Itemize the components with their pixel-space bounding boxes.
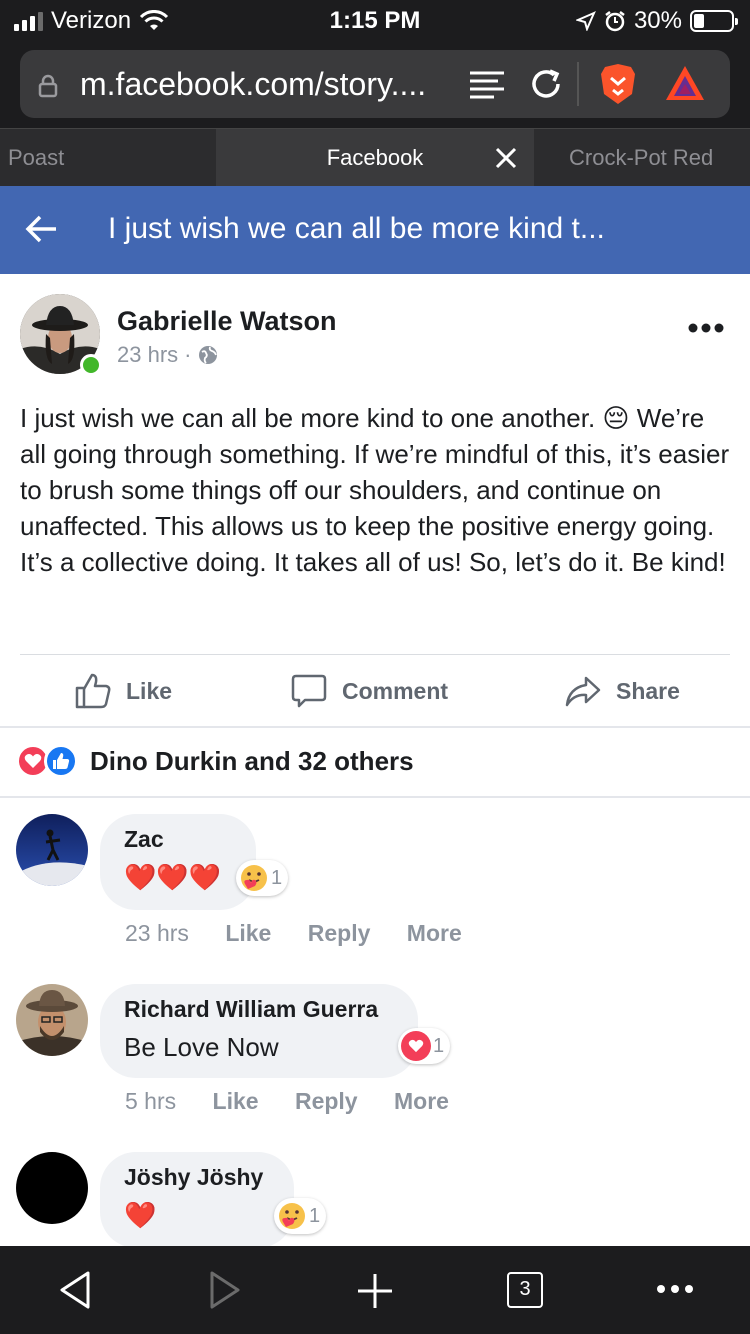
comment-bubble[interactable]: Zac ❤️❤️❤️ [100,814,256,910]
reactions-text: Dino Durkin and 32 others [90,745,414,776]
reload-icon[interactable] [528,66,564,102]
comment-time[interactable]: 5 hrs [125,1088,176,1114]
menu-dots-icon[interactable] [656,1284,694,1294]
bat-rewards-icon[interactable] [664,64,706,104]
battery-icon [690,10,738,32]
more-options-icon[interactable] [688,322,724,334]
commenter-name[interactable]: Zac [124,826,164,853]
back-icon[interactable] [58,1270,92,1310]
tab-poast[interactable]: Poast [8,129,208,187]
forward-icon[interactable] [208,1270,242,1310]
new-tab-plus-icon[interactable] [356,1272,394,1310]
comment-like-link[interactable]: Like [213,1088,259,1114]
comment-reaction-badge[interactable]: 1 [236,860,289,896]
commenter-name[interactable]: Richard William Guerra [124,996,378,1023]
comment-reply-link[interactable]: Reply [295,1088,358,1114]
page-header: I just wish we can all be more kind t... [0,186,750,274]
share-button[interactable]: Share [564,656,680,726]
like-label: Like [126,677,173,704]
comment-icon [291,674,327,708]
tab-facebook[interactable]: Facebook [216,129,534,187]
comment-reaction-count: 1 [309,1204,321,1227]
comment-bubble[interactable]: Richard William Guerra Be Love Now [100,984,418,1078]
address-bar[interactable]: m.facebook.com/story.... [20,50,730,118]
commenter-avatar[interactable] [16,814,88,886]
comment-reaction-badge[interactable]: 1 [274,1198,327,1234]
post-time[interactable]: 23 hrs [117,342,178,368]
tab-crock-pot[interactable]: Crock-Pot Red [569,129,750,187]
post-actions: Like Comment Share [0,656,750,726]
comment-more-link[interactable]: More [394,1088,449,1114]
post-meta: 23 hrs · [117,342,219,368]
tab-facebook-label: Facebook [326,145,424,170]
care-reaction-icon [241,865,267,891]
lock-icon [38,74,58,98]
comment-meta: 5 hrs Like Reply More [125,1088,479,1115]
battery-percent: 30% [633,7,682,34]
comment-reaction-count: 1 [433,1034,445,1057]
comment-reaction-badge[interactable]: 1 [398,1028,451,1064]
comment-label: Comment [342,677,449,704]
alarm-icon [605,11,625,32]
comment-text: ❤️❤️❤️ [124,862,222,892]
divider [0,726,750,728]
commenter-avatar[interactable] [16,984,88,1056]
status-bar: Verizon 1:15 PM 30% [0,0,750,42]
share-arrow-icon [565,676,601,707]
online-indicator [80,354,102,376]
status-icons: 30% [575,7,738,35]
close-tab-icon[interactable] [494,146,518,170]
comment-bubble[interactable]: Jöshy Jöshy ❤️ [100,1152,294,1248]
care-reaction-icon [279,1203,305,1229]
reader-mode-icon[interactable] [468,70,506,100]
page-title: I just wish we can all be more kind t... [108,212,605,245]
post-body: I just wish we can all be more kind to o… [20,403,730,577]
comment-reaction-count: 1 [271,866,283,889]
brave-shields-icon[interactable] [598,62,638,106]
like-button[interactable]: Like [74,656,172,726]
location-icon [575,11,596,31]
meta-separator: · [184,342,192,367]
commenter-avatar[interactable] [16,1152,88,1224]
tab-count-button[interactable]: 3 [507,1272,543,1308]
comment-text: ❤️ [124,1200,157,1230]
toolbar-divider [577,62,579,106]
share-label: Share [616,677,680,704]
comment-meta: 23 hrs Like Reply More [125,920,492,947]
commenter-name[interactable]: Jöshy Jöshy [124,1164,263,1191]
url-text[interactable]: m.facebook.com/story.... [80,66,426,103]
browser-toolbar: 3 [0,1246,750,1334]
like-reaction-icon [44,744,78,778]
comment-text: Be Love Now [124,1032,279,1062]
divider [20,654,730,655]
divider [0,796,750,798]
love-reaction-icon [401,1031,431,1061]
globe-icon [199,346,218,364]
tab-strip: Poast Facebook Crock-Pot Red [0,128,750,187]
comment-like-link[interactable]: Like [225,920,271,946]
comment-button[interactable]: Comment [290,656,448,726]
browser-chrome: m.facebook.com/story.... [0,42,750,128]
comment-time[interactable]: 23 hrs [125,920,189,946]
comment-more-link[interactable]: More [407,920,462,946]
back-arrow-icon[interactable] [24,214,58,244]
thumbs-up-icon [75,673,111,709]
comment-reply-link[interactable]: Reply [308,920,371,946]
screen: Verizon 1:15 PM 30% m.facebook.com/story… [0,0,750,1334]
author-name[interactable]: Gabrielle Watson [117,306,337,337]
reactions-summary[interactable]: Dino Durkin and 32 others [16,744,414,778]
